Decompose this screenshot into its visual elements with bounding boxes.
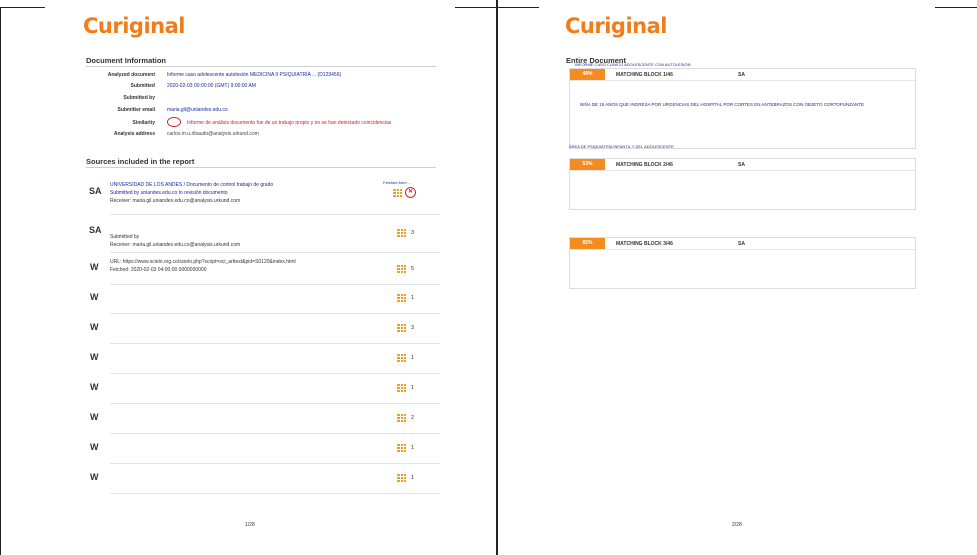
section-divider bbox=[86, 66, 436, 67]
field-value-analyzed: Informe caso adolescente autolesión MEDI… bbox=[167, 72, 342, 78]
source-block-icon[interactable] bbox=[393, 189, 402, 197]
matching-block[interactable]: 48% MATCHING BLOCK 1/46 SA NIÑA DE 15 AÑ… bbox=[569, 68, 916, 149]
match-percent-badge: 48% bbox=[570, 69, 605, 80]
source-block-icon[interactable] bbox=[397, 354, 406, 362]
row-separator bbox=[110, 343, 440, 344]
matching-block-header: 85% MATCHING BLOCK 3/46 SA bbox=[570, 238, 915, 249]
field-label-similarity: Similarity bbox=[132, 120, 155, 126]
report-page-right: Curiginal Entire Document INFORME CASO C… bbox=[539, 0, 935, 555]
source-title[interactable]: UNIVERSIDAD DE LOS ANDES / Documento de … bbox=[110, 182, 273, 188]
section-heading-text: ÁREA DE PSIQUIATRÍA INFANTIL Y DEL ADOLE… bbox=[569, 144, 674, 149]
row-separator bbox=[110, 214, 440, 215]
document-information-title: Document Information bbox=[86, 56, 166, 65]
matching-block[interactable]: 85% MATCHING BLOCK 3/46 SA bbox=[569, 237, 916, 289]
field-label-analysis-address: Analysis address bbox=[113, 131, 155, 137]
urkund-logo: Curiginal bbox=[565, 14, 667, 38]
field-label-submitted: Submitted bbox=[130, 83, 155, 89]
source-type-icon: SA bbox=[89, 225, 102, 235]
match-count: 3 bbox=[411, 230, 415, 236]
row-separator bbox=[110, 493, 440, 494]
source-type-icon: W bbox=[90, 442, 99, 452]
page-number: 2/28 bbox=[732, 522, 742, 528]
field-label-email: Submitter email bbox=[117, 107, 155, 113]
block-divider bbox=[570, 249, 915, 250]
source-type-label: SA bbox=[738, 241, 745, 247]
source-type-icon: W bbox=[90, 472, 99, 482]
source-block-icon[interactable] bbox=[397, 474, 406, 482]
row-separator bbox=[110, 284, 440, 285]
source-block-icon[interactable] bbox=[397, 324, 406, 332]
match-percent-badge: 85% bbox=[570, 238, 605, 249]
section-divider bbox=[86, 167, 436, 168]
source-block-icon[interactable] bbox=[397, 294, 406, 302]
block-divider bbox=[570, 170, 915, 171]
source-block-icon[interactable] bbox=[397, 229, 406, 237]
row-separator bbox=[110, 403, 440, 404]
block-divider bbox=[570, 80, 915, 81]
source-type-label: SA bbox=[738, 72, 745, 78]
source-type-icon: W bbox=[90, 322, 99, 332]
frame-top-mid-right-rule bbox=[497, 7, 539, 8]
source-block-icon[interactable] bbox=[397, 414, 406, 422]
source-type-icon: W bbox=[90, 262, 99, 272]
source-block-icon[interactable] bbox=[397, 384, 406, 392]
source-fetched: Fetched: 2020-02-03 04:00:00 0000000000 bbox=[110, 267, 207, 273]
match-percent-badge: 53% bbox=[570, 159, 605, 170]
matching-block-header: 48% MATCHING BLOCK 1/46 SA bbox=[570, 69, 915, 80]
source-receiver: Receiver: maria.gil.uniandes.edu.co@anal… bbox=[110, 198, 241, 204]
field-value-email[interactable]: maria.gil@uniandes.edu.co bbox=[167, 107, 228, 113]
row-separator bbox=[110, 252, 440, 253]
report-page-left: Curiginal Document Information Analyzed … bbox=[45, 0, 455, 555]
source-type-icon: W bbox=[90, 382, 99, 392]
source-type-icon: W bbox=[90, 412, 99, 422]
frame-top-mid-left-rule bbox=[455, 7, 497, 8]
source-subtitle: Submitted by uniandes.edu.co to revisión… bbox=[110, 190, 228, 196]
exclude-source-icon[interactable]: ✕ bbox=[405, 187, 416, 198]
field-value-submitted: 2020-02-03 00:00:00 (GMT) 9:00:00 AM bbox=[167, 83, 256, 89]
match-count: 1 bbox=[411, 355, 415, 361]
similarity-circle-mark bbox=[167, 117, 181, 127]
matching-block-title: MATCHING BLOCK 2/46 bbox=[616, 162, 673, 168]
source-url[interactable]: URL: https://www.scielo.org.co/scielo.ph… bbox=[110, 259, 296, 265]
match-count: 1 bbox=[411, 445, 415, 451]
frame-left-rule bbox=[0, 7, 1, 555]
source-receiver: Receiver: maria.gil.uniandes.edu.co@anal… bbox=[110, 242, 241, 248]
document-heading-link[interactable]: INFORME CASO CLÍNICO ADOLESCENTE CON AUT… bbox=[575, 62, 691, 67]
match-count: 5 bbox=[411, 266, 415, 272]
match-count: 3 bbox=[411, 325, 415, 331]
field-label-analyzed: Analyzed document bbox=[107, 72, 155, 78]
frame-top-left-rule bbox=[0, 7, 45, 8]
source-type-icon: W bbox=[90, 352, 99, 362]
field-value-similarity: Informe de análisis documento fue de un … bbox=[187, 120, 392, 126]
sources-title: Sources included in the report bbox=[86, 157, 195, 166]
fetched-label: Fetched from ... bbox=[383, 180, 412, 185]
match-count: 1 bbox=[411, 385, 415, 391]
source-block-icon[interactable] bbox=[397, 444, 406, 452]
field-value-analysis-address[interactable]: carlos.m.u.ribaudo@analysis.urkund.com bbox=[167, 131, 259, 137]
field-label-submitted-by: Submitted by bbox=[123, 95, 155, 101]
matching-block[interactable]: 53% MATCHING BLOCK 2/46 SA bbox=[569, 158, 916, 210]
frame-top-right-rule bbox=[935, 7, 977, 8]
row-separator bbox=[110, 373, 440, 374]
match-count: 1 bbox=[411, 475, 415, 481]
matching-block-text: NIÑA DE 15 AÑOS QUE INGRESA POR URGENCIA… bbox=[580, 102, 865, 107]
urkund-logo: Curiginal bbox=[83, 14, 185, 38]
source-type-icon: W bbox=[90, 292, 99, 302]
match-count: 1 bbox=[411, 295, 415, 301]
match-count: 2 bbox=[411, 415, 415, 421]
matching-block-header: 53% MATCHING BLOCK 2/46 SA bbox=[570, 159, 915, 170]
page-divider bbox=[496, 0, 498, 555]
page-number: 1/28 bbox=[245, 522, 255, 528]
row-separator bbox=[110, 433, 440, 434]
source-block-icon[interactable] bbox=[397, 265, 406, 273]
matching-block-title: MATCHING BLOCK 3/46 bbox=[616, 241, 673, 247]
source-type-label: SA bbox=[738, 162, 745, 168]
row-separator bbox=[110, 463, 440, 464]
source-title[interactable]: Submitted by bbox=[110, 234, 139, 240]
matching-block-title: MATCHING BLOCK 1/46 bbox=[616, 72, 673, 78]
row-separator bbox=[110, 313, 440, 314]
source-type-icon: SA bbox=[89, 186, 102, 196]
